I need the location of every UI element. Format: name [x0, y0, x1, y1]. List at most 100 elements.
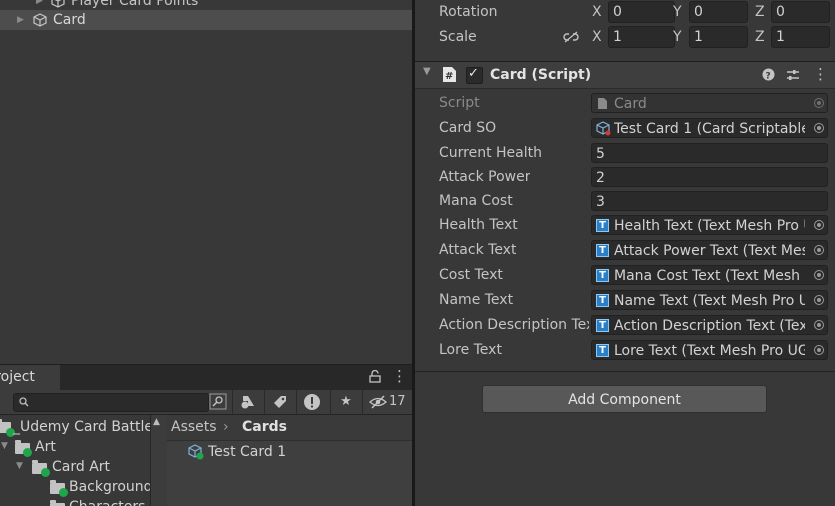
unlink-icon[interactable] — [563, 31, 579, 43]
text-mesh-pro-icon: T — [596, 344, 609, 357]
gameobject-cube-icon — [51, 0, 65, 8]
lore-text-field[interactable]: T Lore Text (Text Mesh Pro UGUI) — [591, 340, 828, 360]
mana-cost-field[interactable]: 3 — [591, 191, 828, 211]
rotation-z-field[interactable]: 0 — [771, 1, 830, 23]
tree-item[interactable]: Characters — [0, 497, 150, 506]
field-label-health-text: Health Text — [439, 217, 518, 233]
filter-type-icon[interactable] — [232, 390, 263, 414]
search-input[interactable] — [13, 393, 209, 412]
lore-text-value: Lore Text (Text Mesh Pro UGUI) — [614, 343, 805, 359]
rotation-y-field[interactable]: 0 — [689, 1, 748, 23]
tree-item[interactable]: Backgrounds — [0, 477, 150, 497]
svg-text:#: # — [445, 71, 453, 82]
error-filter-icon[interactable] — [296, 390, 327, 414]
tree-item[interactable]: ▼ Card Art — [0, 457, 150, 477]
text-mesh-pro-icon: T — [596, 244, 609, 257]
field-label-attack-text: Attack Text — [439, 242, 517, 258]
hierarchy-panel: ▶ Player Card Points ▶ Card — [0, 0, 412, 364]
tree-item[interactable]: _Udemy Card Battler — [0, 417, 150, 437]
axis-z-label[interactable]: Z — [755, 26, 769, 48]
script-field: Card — [591, 93, 828, 113]
label-icon[interactable] — [264, 390, 295, 414]
more-icon[interactable]: ⋮ — [392, 368, 407, 384]
tree-item[interactable]: ▼ Art — [0, 437, 150, 457]
component-enabled-checkbox[interactable]: ✓ — [466, 66, 483, 84]
object-picker-icon[interactable] — [814, 220, 824, 230]
foldout-arrow-icon[interactable]: ▼ — [1, 441, 8, 451]
scale-x-field[interactable]: 1 — [608, 26, 675, 48]
tab-project-label: Project — [0, 369, 35, 385]
axis-x-label[interactable]: X — [592, 26, 606, 48]
cost-text-field[interactable]: T Mana Cost Text (Text Mesh Pro UGUI) — [591, 265, 828, 285]
field-label-lore-text: Lore Text — [439, 342, 502, 358]
card-so-field[interactable]: Test Card 1 (Card ScriptableObject) — [591, 118, 828, 138]
attack-power-field[interactable]: 2 — [591, 167, 828, 187]
asset-item[interactable]: Test Card 1 — [185, 442, 385, 462]
field-label-name-text: Name Text — [439, 292, 514, 308]
preset-icon[interactable] — [786, 68, 800, 82]
breadcrumb-root[interactable]: Assets — [171, 415, 217, 440]
tree-scrollbar[interactable]: ▲ — [150, 415, 168, 506]
breadcrumb: Assets › Cards — [167, 415, 412, 441]
action-description-text-value: Action Description Text (Text Mesh Pro U… — [614, 318, 805, 334]
search-scope-icon[interactable] — [209, 393, 227, 410]
lock-icon[interactable] — [369, 370, 381, 383]
scroll-up-icon[interactable]: ▲ — [153, 417, 160, 427]
add-component-button[interactable]: Add Component — [482, 385, 767, 413]
health-text-value: Health Text (Text Mesh Pro UGUI) — [614, 218, 805, 234]
object-picker-icon[interactable] — [814, 123, 824, 133]
object-picker-icon[interactable] — [814, 245, 824, 255]
name-text-field[interactable]: T Name Text (Text Mesh Pro UGUI) — [591, 290, 828, 310]
foldout-arrow-icon[interactable]: ▼ — [423, 66, 431, 77]
axis-x-label[interactable]: X — [592, 1, 606, 23]
object-picker-icon[interactable] — [814, 320, 824, 330]
field-label-card-so: Card SO — [439, 120, 497, 136]
field-label-attack-power: Attack Power — [439, 169, 531, 185]
script-label: Script — [439, 95, 480, 111]
hidden-eye-icon — [369, 395, 387, 409]
object-picker-icon — [814, 98, 824, 108]
text-mesh-pro-icon: T — [596, 219, 609, 232]
divider — [415, 371, 835, 372]
field-label-mana-cost: Mana Cost — [439, 193, 513, 209]
current-health-value: 5 — [596, 146, 605, 162]
search-icon — [19, 397, 29, 407]
object-picker-icon[interactable] — [814, 295, 824, 305]
axis-y-label[interactable]: Y — [673, 26, 687, 48]
tree-item-label: Art — [35, 439, 56, 455]
tab-project[interactable]: Project — [0, 365, 60, 390]
hierarchy-item-selected[interactable]: ▶ Card — [0, 10, 412, 30]
tree-item-label: Card Art — [52, 459, 111, 475]
star-icon[interactable]: ★ — [330, 390, 361, 414]
folder-badge-icon — [23, 448, 32, 457]
component-title: Card (Script) — [490, 67, 592, 83]
axis-y-label[interactable]: Y — [673, 1, 687, 23]
attack-text-field[interactable]: T Attack Power Text (Text Mesh Pro UGUI) — [591, 240, 828, 260]
scale-z-field[interactable]: 1 — [771, 26, 830, 48]
gameobject-cube-icon — [33, 13, 47, 27]
object-picker-icon[interactable] — [814, 345, 824, 355]
scriptable-object-icon — [188, 444, 204, 460]
more-icon[interactable]: ⋮ — [813, 65, 828, 83]
asset-label: Test Card 1 — [208, 444, 287, 460]
attack-power-value: 2 — [596, 170, 605, 186]
current-health-field[interactable]: 5 — [591, 143, 828, 163]
component-header[interactable]: ▼ # ✓ Card (Script) ? ⋮ — [415, 61, 835, 89]
rotation-x-field[interactable]: 0 — [608, 1, 675, 23]
health-text-field[interactable]: T Health Text (Text Mesh Pro UGUI) — [591, 215, 828, 235]
scale-y-field[interactable]: 1 — [689, 26, 748, 48]
breadcrumb-current[interactable]: Cards — [242, 415, 287, 440]
help-icon[interactable]: ? — [762, 68, 775, 81]
tree-item-label: Backgrounds — [69, 479, 150, 495]
text-mesh-pro-icon: T — [596, 269, 609, 282]
svg-text:?: ? — [766, 72, 771, 82]
tree-item-label: Characters — [69, 497, 145, 506]
action-description-text-field[interactable]: T Action Description Text (Text Mesh Pro… — [591, 315, 828, 335]
foldout-arrow-icon[interactable]: ▶ — [17, 10, 24, 30]
foldout-arrow-icon[interactable]: ▼ — [16, 461, 23, 471]
hidden-packages-toggle[interactable]: 17 — [362, 390, 413, 414]
axis-z-label[interactable]: Z — [755, 1, 769, 23]
attack-text-value: Attack Power Text (Text Mesh Pro UGUI) — [614, 243, 805, 259]
card-so-value: Test Card 1 (Card ScriptableObject) — [614, 121, 805, 137]
object-picker-icon[interactable] — [814, 270, 824, 280]
